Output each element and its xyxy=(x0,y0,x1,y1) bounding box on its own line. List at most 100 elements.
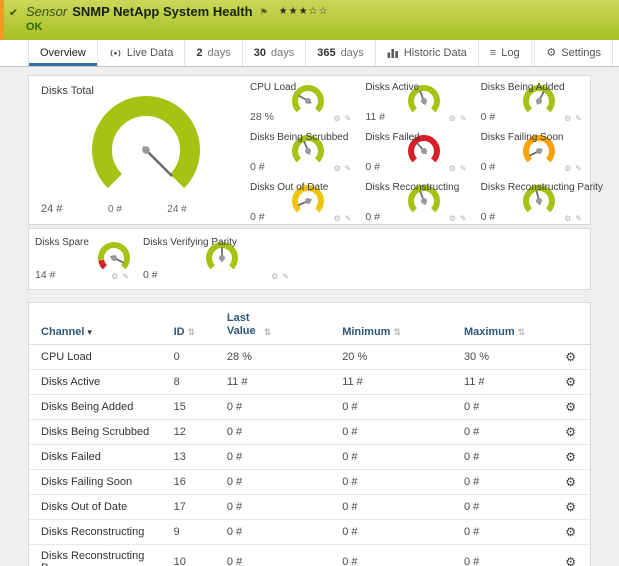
gauge-edit-icon[interactable]: ✎ xyxy=(575,164,582,173)
col-channel[interactable]: Channel▾ xyxy=(29,303,166,345)
gauge-disks-reconstructing-parity: Disks Reconstructing Parity0 #⚙✎ xyxy=(475,176,590,226)
gauge-edit-icon[interactable]: ✎ xyxy=(575,114,582,123)
channel-maximum: 0 # xyxy=(456,395,557,420)
channel-minimum: 0 # xyxy=(334,520,456,545)
channel-last-value: 0 # xyxy=(219,445,334,470)
gauge-value: 24 # xyxy=(41,203,62,215)
sensor-title-line: Sensor SNMP NetApp System Health ⚑ ★★★☆☆ xyxy=(26,4,611,20)
gauge-settings-icon[interactable]: ⚙ xyxy=(564,164,571,173)
tab-overview[interactable]: Overview xyxy=(28,40,98,66)
channel-row-disks-being-added[interactable]: Disks Being Added150 #0 #0 #⚙ xyxy=(29,395,590,420)
channel-last-value: 11 # xyxy=(219,370,334,395)
gauge-dial xyxy=(71,90,221,202)
gauge-value: 0 # xyxy=(143,269,158,281)
channel-row-disks-failed[interactable]: Disks Failed130 #0 #0 #⚙ xyxy=(29,445,590,470)
channel-row-disks-being-scrubbed[interactable]: Disks Being Scrubbed120 #0 #0 #⚙ xyxy=(29,420,590,445)
gauges-panel: Disks Total 24 # 0 # 24 # CPU Load28 %⚙✎… xyxy=(28,75,591,225)
gauge-settings-icon[interactable]: ⚙ xyxy=(449,114,456,123)
gauge-settings-icon[interactable]: ⚙ xyxy=(449,214,456,223)
channel-minimum: 0 # xyxy=(334,470,456,495)
sort-both-icon: ⇅ xyxy=(188,327,196,337)
sensor-type-label: Sensor xyxy=(26,4,67,20)
gauge-value: 0 # xyxy=(250,211,265,223)
sort-desc-icon: ▾ xyxy=(87,327,92,337)
status-badge: OK xyxy=(26,21,43,33)
channel-row-cpu-load[interactable]: CPU Load028 %20 %30 %⚙ xyxy=(29,345,590,370)
channel-actions: ⚙ xyxy=(557,470,590,495)
gauge-edit-icon[interactable]: ✎ xyxy=(575,214,582,223)
gauge-settings-icon[interactable]: ⚙ xyxy=(564,214,571,223)
col-minimum[interactable]: Minimum⇅ xyxy=(334,303,456,345)
tab-label: Settings xyxy=(561,47,601,59)
settings-icon: ⚙ xyxy=(546,47,556,59)
channel-row-disks-reconstructing[interactable]: Disks Reconstructing90 #0 #0 #⚙ xyxy=(29,520,590,545)
gauge-settings-icon[interactable]: ⚙ xyxy=(271,272,278,281)
channel-maximum: 11 # xyxy=(456,370,557,395)
channel-settings-icon[interactable]: ⚙ xyxy=(565,525,576,539)
tab-settings[interactable]: ⚙ Settings xyxy=(534,40,613,66)
gauge-title: Disks Reconstructing xyxy=(365,182,459,193)
gauge-settings-icon[interactable]: ⚙ xyxy=(449,164,456,173)
gauge-title: Disks Verifying Parity xyxy=(143,237,237,248)
gauge-edit-icon[interactable]: ✎ xyxy=(122,272,129,281)
gauge-edit-icon[interactable]: ✎ xyxy=(460,214,467,223)
col-maximum[interactable]: Maximum⇅ xyxy=(456,303,557,345)
col-id[interactable]: ID⇅ xyxy=(166,303,219,345)
gauge-settings-icon[interactable]: ⚙ xyxy=(333,214,340,223)
channel-settings-icon[interactable]: ⚙ xyxy=(565,400,576,414)
gauge-edit-icon[interactable]: ✎ xyxy=(345,114,352,123)
channel-settings-icon[interactable]: ⚙ xyxy=(565,350,576,364)
tab-365-days[interactable]: 365days xyxy=(306,40,376,66)
tab-log[interactable]: ≡Log xyxy=(479,40,532,66)
tab-bar: OverviewLive Data2days30days365daysHisto… xyxy=(0,40,619,67)
gauge-settings-icon[interactable]: ⚙ xyxy=(333,114,340,123)
gauge-settings-icon[interactable]: ⚙ xyxy=(333,164,340,173)
channel-actions: ⚙ xyxy=(557,520,590,545)
channel-minimum: 0 # xyxy=(334,395,456,420)
tab-30-days[interactable]: 30days xyxy=(243,40,307,66)
channel-actions: ⚙ xyxy=(557,445,590,470)
gauge-value: 0 # xyxy=(481,161,496,173)
channel-name: Disks Reconstructing P... xyxy=(29,545,166,566)
channel-id: 15 xyxy=(166,395,219,420)
gauge-settings-icon[interactable]: ⚙ xyxy=(111,272,118,281)
gauge-cpu-load: CPU Load28 %⚙✎ xyxy=(244,76,359,126)
channel-row-disks-active[interactable]: Disks Active811 #11 #11 #⚙ xyxy=(29,370,590,395)
tab-word: days xyxy=(341,47,364,59)
gauge-edit-icon[interactable]: ✎ xyxy=(282,272,289,281)
gauge-title: Disks Being Added xyxy=(481,82,565,93)
tab-historic-data[interactable]: Historic Data xyxy=(376,40,479,66)
gauge-edit-icon[interactable]: ✎ xyxy=(460,114,467,123)
channel-id: 10 xyxy=(166,545,219,566)
gauge-edit-icon[interactable]: ✎ xyxy=(460,164,467,173)
channel-maximum: 0 # xyxy=(456,520,557,545)
table-header-row: Channel▾ ID⇅ Last Value⇅ Minimum⇅ Maximu… xyxy=(29,303,590,345)
channel-settings-icon[interactable]: ⚙ xyxy=(565,450,576,464)
gauge-edit-icon[interactable]: ✎ xyxy=(345,164,352,173)
historic-data-icon xyxy=(387,48,399,58)
channel-row-disks-failing-soon[interactable]: Disks Failing Soon160 #0 #0 #⚙ xyxy=(29,470,590,495)
channel-name: Disks Out of Date xyxy=(29,495,166,520)
gauge-value: 0 # xyxy=(481,111,496,123)
gauge-settings-icon[interactable]: ⚙ xyxy=(564,114,571,123)
tab-2-days[interactable]: 2days xyxy=(185,40,242,66)
gauge-disks-failed: Disks Failed0 #⚙✎ xyxy=(359,126,474,176)
channel-minimum: 0 # xyxy=(334,545,456,566)
channel-settings-icon[interactable]: ⚙ xyxy=(565,500,576,514)
channel-row-disks-out-of-date[interactable]: Disks Out of Date170 #0 #0 #⚙ xyxy=(29,495,590,520)
channel-row-disks-reconstructing-p[interactable]: Disks Reconstructing P...100 #0 #0 #⚙ xyxy=(29,545,590,566)
tab-live-data[interactable]: Live Data xyxy=(98,40,185,66)
col-last-value[interactable]: Last Value⇅ xyxy=(219,303,334,345)
channel-settings-icon[interactable]: ⚙ xyxy=(565,475,576,489)
col-label: Maximum xyxy=(464,326,515,338)
channel-minimum: 20 % xyxy=(334,345,456,370)
gauge-edit-icon[interactable]: ✎ xyxy=(345,214,352,223)
priority-stars[interactable]: ★★★☆☆ xyxy=(279,4,329,20)
tab-word: days xyxy=(207,47,230,59)
sensor-title: SNMP NetApp System Health xyxy=(72,4,252,20)
channels-table-panel: Channel▾ ID⇅ Last Value⇅ Minimum⇅ Maximu… xyxy=(28,302,591,566)
channel-last-value: 0 # xyxy=(219,495,334,520)
channel-settings-icon[interactable]: ⚙ xyxy=(565,375,576,389)
channel-settings-icon[interactable]: ⚙ xyxy=(565,425,576,439)
channel-settings-icon[interactable]: ⚙ xyxy=(565,555,576,566)
